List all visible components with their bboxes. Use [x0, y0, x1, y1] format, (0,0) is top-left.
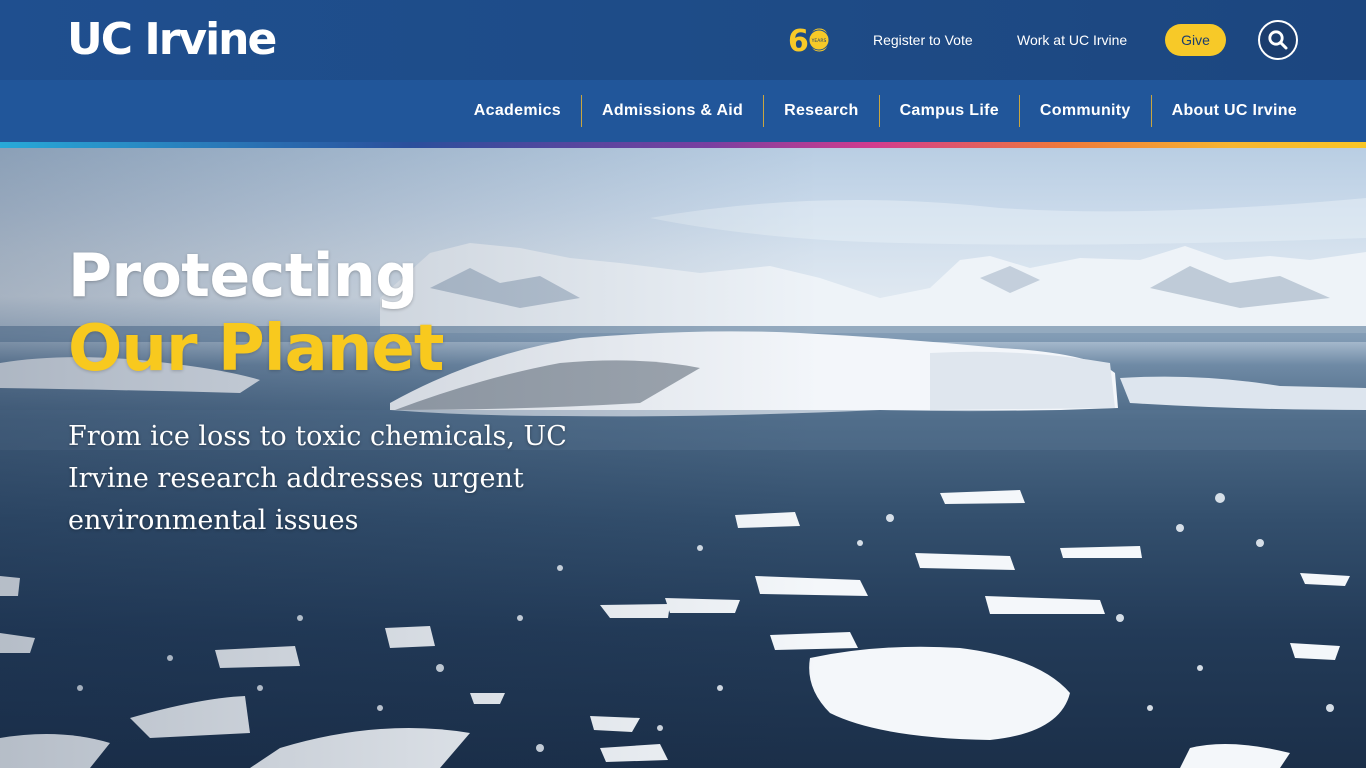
search-icon	[1268, 30, 1288, 50]
hero-title-line-2: Our Planet	[68, 312, 444, 386]
hero-title-line-1: Protecting	[68, 241, 418, 311]
search-button[interactable]	[1258, 20, 1298, 60]
work-at-uci-link[interactable]: Work at UC Irvine	[1017, 31, 1127, 49]
nav-item-community[interactable]: Community	[1018, 95, 1151, 127]
give-button[interactable]: Give	[1165, 24, 1226, 56]
anniversary-label: YEARS	[811, 38, 827, 44]
hero-subtitle: From ice loss to toxic chemicals, UC Irv…	[68, 421, 567, 536]
main-nav-list: Academics Admissions & Aid Research Camp…	[454, 95, 1318, 127]
main-nav: Academics Admissions & Aid Research Camp…	[0, 80, 1366, 142]
hero-banner[interactable]: Protecting Our Planet From ice loss to t…	[0, 148, 1366, 768]
nav-item-about-uc-irvine[interactable]: About UC Irvine	[1150, 95, 1318, 127]
nav-item-academics[interactable]: Academics	[454, 95, 581, 127]
nav-item-research[interactable]: Research	[763, 95, 878, 127]
top-header: UC Irvine 60 YEARS Register to Vote Work…	[0, 0, 1366, 80]
uc-irvine-logo[interactable]: UC Irvine	[67, 14, 277, 66]
nav-item-admissions-aid[interactable]: Admissions & Aid	[581, 95, 763, 127]
nav-item-campus-life[interactable]: Campus Life	[878, 95, 1019, 127]
anniversary-badge-icon[interactable]: 60 YEARS	[788, 23, 832, 59]
register-to-vote-link[interactable]: Register to Vote	[873, 31, 973, 49]
